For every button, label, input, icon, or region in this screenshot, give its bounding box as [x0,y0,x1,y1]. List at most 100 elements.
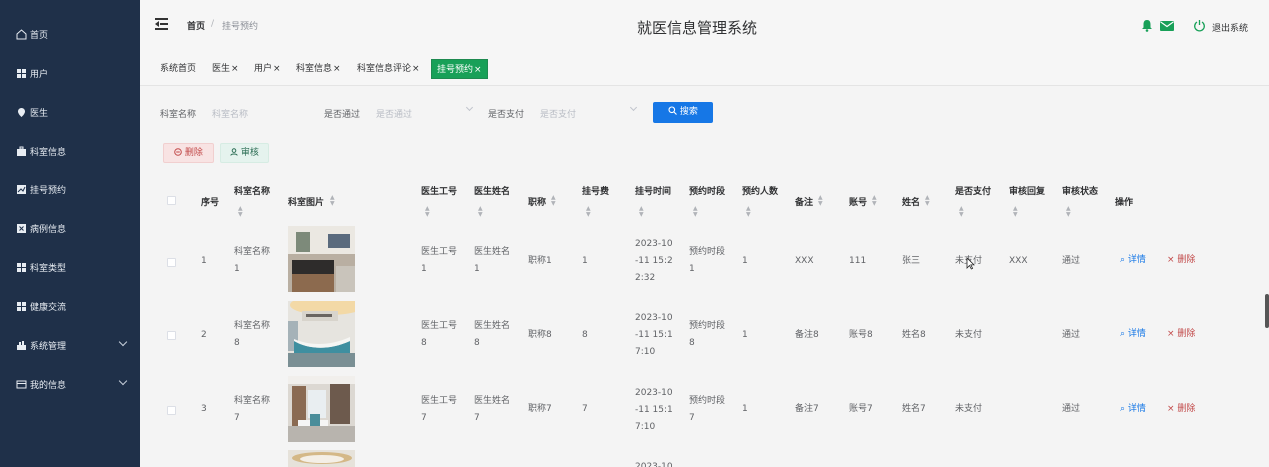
detail-link[interactable]: ⌕ 详情 [1120,252,1146,269]
sort-icon[interactable]: ▲ ▼ [693,206,698,218]
tab-doctor[interactable]: 医生× [212,59,239,79]
select-all-checkbox[interactable] [167,196,176,205]
row-title: 职称7 [528,404,552,414]
sidebar-item-system[interactable]: 系统管理 [0,326,140,364]
row-dept: 科室名称 7 [234,396,271,423]
col-header-count[interactable]: 预约人数 [742,184,778,197]
tab-label: 挂号预约 [437,65,474,75]
row-note: XXX [795,256,814,266]
row-delete-link[interactable]: × 删除 [1167,326,1195,343]
sidebar-item-health[interactable]: 健康交流 [0,287,140,325]
sidebar-item-label: 科室信息 [30,147,67,158]
chevron-down-icon[interactable] [629,103,638,112]
col-header-slot[interactable]: 预约时段 [689,184,725,197]
col-header-title[interactable]: 职称 [528,195,546,208]
sort-icon[interactable]: ▲ ▼ [639,206,644,218]
col-header-name[interactable]: 姓名 [902,195,920,208]
row-time: 2023-10 -11 15:1 7:10 [635,313,673,357]
sort-icon[interactable]: ▲ ▼ [1013,206,1018,218]
col-header-dept[interactable]: 科室名称 [234,184,270,197]
breadcrumb-current: 挂号预约 [222,22,259,32]
logout-button[interactable]: 退出系统 [1212,21,1248,34]
row-checkbox[interactable] [167,331,176,340]
sort-icon[interactable]: ▲ ▼ [925,195,930,207]
tab-close-icon[interactable]: × [273,64,281,74]
sort-icon[interactable]: ▲ ▼ [238,206,243,218]
chevron-down-icon[interactable] [465,103,474,112]
close-icon: × [1167,404,1175,414]
sidebar: 首页 用户 医生 科室信息 挂号预约 病例信息 科室类型 健康交流 系统管理 我… [0,0,140,467]
row-delete-link[interactable]: × 删除 [1167,401,1195,418]
row-checkbox[interactable] [167,258,176,267]
breadcrumb-home[interactable]: 首页 [187,19,205,32]
search-button[interactable]: 搜索 [653,102,713,123]
tab-close-icon[interactable]: × [412,64,420,74]
pass-select[interactable]: 是否通过 [376,107,412,120]
bell-icon[interactable] [1141,19,1153,35]
menu-fold-icon[interactable] [155,18,168,30]
row-paid: 未支付 [955,404,983,414]
col-header-image[interactable]: 科室图片 [288,195,324,208]
tab-close-icon[interactable]: × [333,64,341,74]
tab-appointment[interactable]: 挂号预约× [431,59,488,79]
sidebar-item-label: 首页 [30,30,49,41]
col-header-doc-name[interactable]: 医生姓名 [474,184,510,197]
detail-link[interactable]: ⌕ 详情 [1120,401,1146,418]
sidebar-item-profile[interactable]: 我的信息 [0,365,140,403]
row-checkbox[interactable] [167,406,176,415]
sort-icon[interactable]: ▲ ▼ [478,206,483,218]
sidebar-item-dept-info[interactable]: 科室信息 [0,132,140,170]
tab-dept-info[interactable]: 科室信息× [296,59,341,79]
col-header-status[interactable]: 审核状态 [1062,184,1098,197]
sidebar-item-doctor[interactable]: 医生 [0,93,140,131]
tab-close-icon[interactable]: × [231,64,239,74]
col-header-doc-id[interactable]: 医生工号 [421,184,457,197]
grid-icon [16,300,27,312]
sort-icon[interactable]: ▲ ▼ [746,206,751,218]
row-no: 1 [201,256,207,266]
sort-icon[interactable]: ▲ ▼ [586,206,591,218]
sort-icon[interactable]: ▲ ▼ [1066,206,1071,218]
sort-icon[interactable]: ▲ ▼ [330,195,335,207]
paid-select[interactable]: 是否支付 [540,107,576,120]
sidebar-item-dept-type[interactable]: 科室类型 [0,248,140,286]
sort-icon[interactable]: ▲ ▼ [551,195,556,207]
sidebar-item-home[interactable]: 首页 [0,15,140,53]
scrollbar[interactable] [1265,294,1269,328]
search-icon: ⌕ [1120,255,1126,265]
audit-button[interactable]: 审核 [220,143,269,163]
row-doc-name: 医生姓名 7 [474,396,511,423]
tab-users[interactable]: 用户× [254,59,281,79]
col-header-no: 序号 [201,198,220,208]
dept-image [288,376,355,442]
row-time: 2023-10 -11 15:2 2:32 [635,239,673,283]
row-time: 2023-10 [635,462,673,467]
row-time: 2023-10 -11 15:1 7:10 [635,388,673,432]
col-header-fee[interactable]: 挂号费 [582,184,609,197]
paid-label: 是否支付 [488,110,525,120]
sidebar-item-users[interactable]: 用户 [0,54,140,92]
row-doc-id: 医生工号 8 [421,321,458,348]
tab-dept-comments[interactable]: 科室信息评论× [357,59,420,79]
batch-delete-button[interactable]: 删除 [163,143,214,163]
col-header-account[interactable]: 账号 [849,195,867,208]
col-header-time[interactable]: 挂号时间 [635,184,671,197]
sort-icon[interactable]: ▲ ▼ [818,195,823,207]
sort-icon[interactable]: ▲ ▼ [872,195,877,207]
row-count: 1 [742,404,748,414]
sidebar-item-cases[interactable]: 病例信息 [0,209,140,247]
power-icon[interactable] [1193,19,1206,35]
mail-icon[interactable] [1160,21,1174,34]
row-delete-link[interactable]: × 删除 [1167,252,1195,269]
col-header-paid[interactable]: 是否支付 [955,184,991,197]
col-header-reply[interactable]: 审核回复 [1009,184,1045,197]
sidebar-item-label: 医生 [30,108,49,119]
tab-home[interactable]: 系统首页 [160,59,196,79]
sort-icon[interactable]: ▲ ▼ [959,206,964,218]
sort-icon[interactable]: ▲ ▼ [425,206,430,218]
col-header-note[interactable]: 备注 [795,195,813,208]
detail-link[interactable]: ⌕ 详情 [1120,326,1146,343]
tab-close-icon[interactable]: × [474,65,482,75]
dept-name-input[interactable]: 科室名称 [212,107,248,120]
sidebar-item-appointment[interactable]: 挂号预约 [0,170,140,208]
